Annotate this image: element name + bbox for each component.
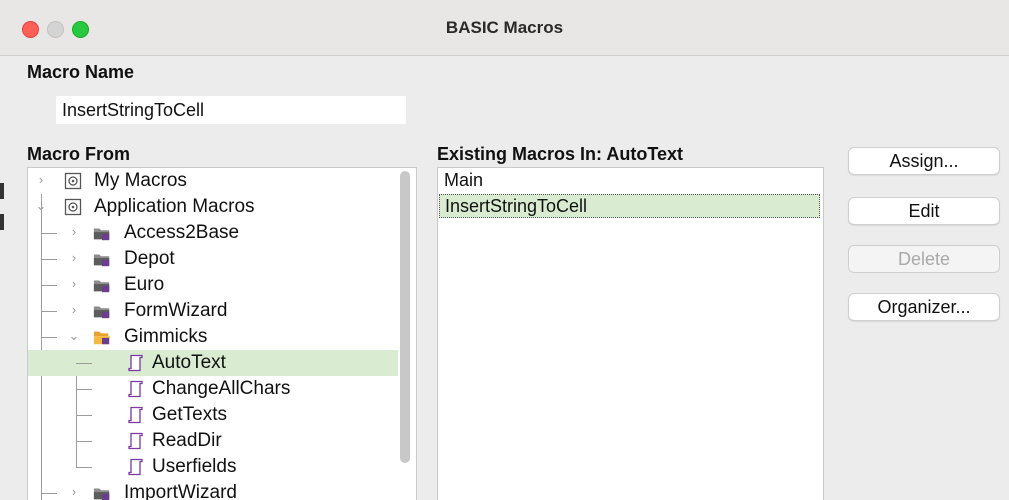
tree-connector xyxy=(76,467,92,468)
tree-item-my-macros[interactable]: › My Macros xyxy=(28,168,398,194)
macro-library-tree[interactable]: › My Macros ⌄ Application Macros › Acces… xyxy=(27,167,417,500)
tree-connector xyxy=(41,311,57,312)
tree-item-application-macros[interactable]: ⌄ Application Macros xyxy=(28,194,398,220)
tree-item-label: Depot xyxy=(124,248,175,269)
tree-item-label: GetTexts xyxy=(152,404,227,425)
module-icon xyxy=(128,406,143,424)
tree-connector xyxy=(41,337,57,338)
macro-name-input[interactable] xyxy=(56,96,406,124)
basic-macros-dialog: BASIC Macros Macro Name Macro From › My … xyxy=(0,0,1009,500)
assign-button[interactable]: Assign... xyxy=(848,147,1000,175)
tree-item-euro[interactable]: › Euro xyxy=(28,272,398,298)
folder-icon xyxy=(93,228,110,241)
chevron-right-icon[interactable]: › xyxy=(68,484,80,499)
tree-item-access2base[interactable]: › Access2Base xyxy=(28,220,398,246)
tree-item-label: Access2Base xyxy=(124,222,240,243)
tree-scrollbar-thumb[interactable] xyxy=(400,171,410,463)
delete-button[interactable]: Delete xyxy=(848,245,1000,273)
tree-item-formwizard[interactable]: › FormWizard xyxy=(28,298,398,324)
tree-item-gettexts[interactable]: GetTexts xyxy=(28,402,398,428)
tree-item-readdir[interactable]: ReadDir xyxy=(28,428,398,454)
chevron-right-icon[interactable]: › xyxy=(68,302,80,317)
tree-item-changeallchars[interactable]: ChangeAllChars xyxy=(28,376,398,402)
chevron-right-icon[interactable]: › xyxy=(68,224,80,239)
macro-name-label: Macro Name xyxy=(27,62,135,82)
tree-item-label: FormWizard xyxy=(124,300,228,321)
tree-connector xyxy=(76,363,92,364)
macro-item-insertstringtocell[interactable]: InsertStringToCell xyxy=(439,194,820,218)
tree-item-importwizard[interactable]: › ImportWizard xyxy=(28,480,398,500)
tree-item-label: My Macros xyxy=(94,170,187,191)
tree-connector xyxy=(76,415,92,416)
tree-item-depot[interactable]: › Depot xyxy=(28,246,398,272)
module-icon xyxy=(128,380,143,398)
chevron-down-icon[interactable]: ⌄ xyxy=(68,328,80,344)
tree-item-label: Gimmicks xyxy=(124,326,208,347)
tree-item-label: Userfields xyxy=(152,456,237,477)
module-icon xyxy=(128,432,143,450)
library-icon xyxy=(64,172,82,190)
tree-connector xyxy=(41,259,57,260)
folder-icon xyxy=(93,306,110,319)
tree-item-label: Application Macros xyxy=(94,196,255,217)
tree-item-label: AutoText xyxy=(152,352,226,373)
folder-open-icon xyxy=(93,331,111,345)
tree-scrollbar[interactable] xyxy=(395,168,415,500)
folder-icon xyxy=(93,280,110,293)
macro-item-main[interactable]: Main xyxy=(439,169,820,193)
module-icon xyxy=(128,458,143,476)
tree-item-label: ReadDir xyxy=(152,430,222,451)
chevron-down-icon[interactable]: ⌄ xyxy=(35,198,47,214)
window-title: BASIC Macros xyxy=(445,18,564,37)
existing-macros-list[interactable]: Main InsertStringToCell xyxy=(437,167,824,500)
existing-macros-label: Existing Macros In: AutoText xyxy=(437,144,684,164)
edit-button[interactable]: Edit xyxy=(848,197,1000,225)
tree-item-gimmicks[interactable]: ⌄ Gimmicks xyxy=(28,324,398,350)
tree-connector xyxy=(41,493,57,494)
macro-from-label: Macro From xyxy=(27,144,131,164)
tree-item-userfields[interactable]: Userfields xyxy=(28,454,398,480)
tree-connector xyxy=(41,285,57,286)
tree-connector xyxy=(76,389,92,390)
folder-icon xyxy=(93,488,110,500)
tree-item-label: Euro xyxy=(124,274,165,295)
tree-connector xyxy=(76,441,92,442)
organizer-button[interactable]: Organizer... xyxy=(848,293,1000,321)
chevron-right-icon[interactable]: › xyxy=(68,250,80,265)
chevron-right-icon[interactable]: › xyxy=(35,172,47,187)
library-icon xyxy=(64,198,82,216)
folder-icon xyxy=(93,254,110,267)
tree-connector xyxy=(41,233,57,234)
tree-item-label: ChangeAllChars xyxy=(152,378,291,399)
background-edge-mark xyxy=(0,214,4,230)
tree-item-label: ImportWizard xyxy=(124,482,237,500)
background-edge-mark xyxy=(0,183,4,199)
chevron-right-icon[interactable]: › xyxy=(68,276,80,291)
title-bar: BASIC Macros xyxy=(0,0,1009,56)
tree-item-autotext[interactable]: AutoText xyxy=(28,350,398,376)
module-icon xyxy=(128,354,143,372)
